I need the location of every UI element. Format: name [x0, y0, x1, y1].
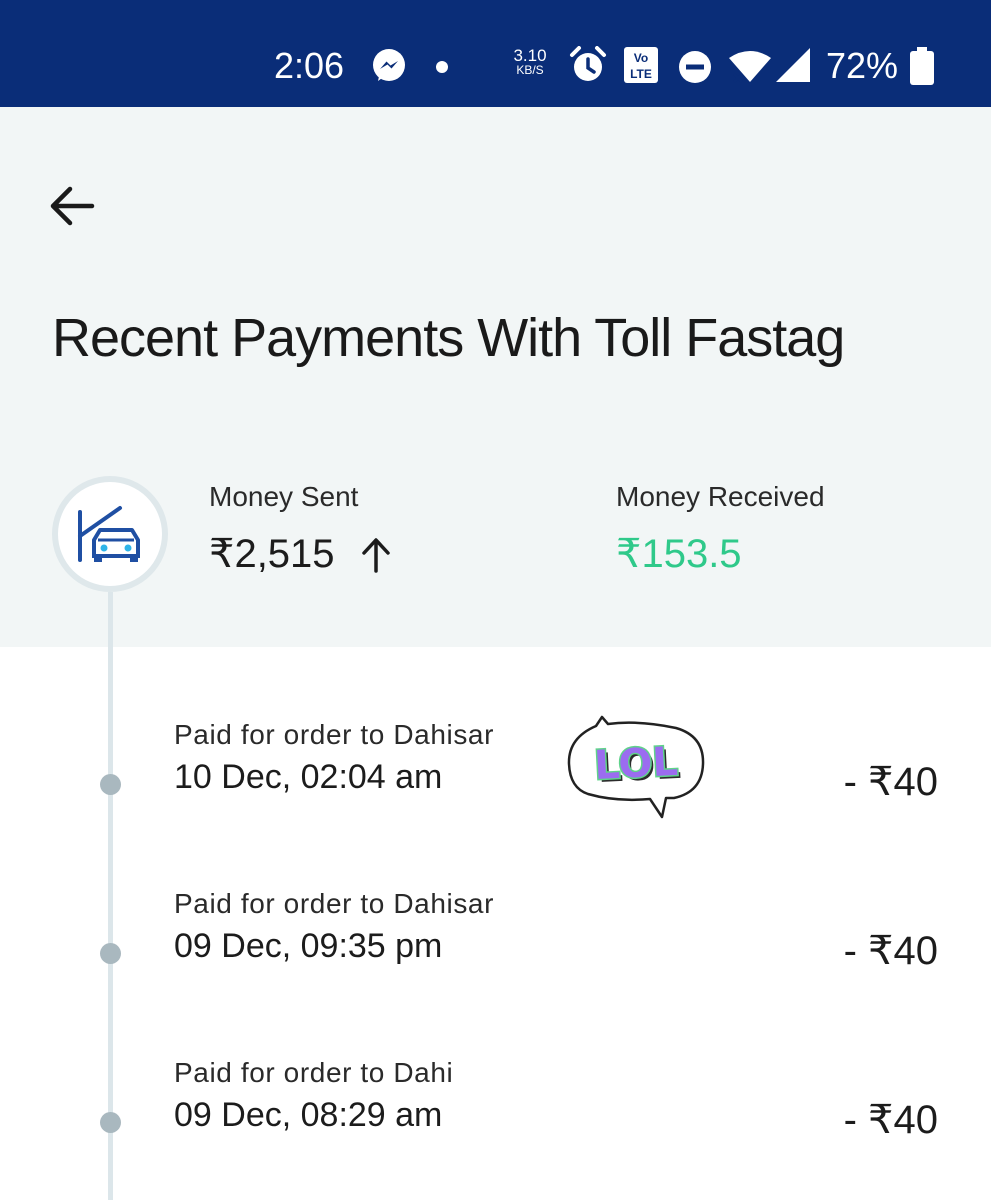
status-bar: 2:06 3.10 KB/S Vo LTE 72% [0, 0, 991, 107]
network-speed: 3.10 KB/S [509, 46, 551, 78]
merchant-avatar [52, 476, 168, 592]
money-sent-amount: ₹2,515 [209, 532, 335, 576]
messenger-icon [371, 48, 407, 89]
summary-header: Recent Payments With Toll Fastag Money S… [0, 107, 991, 647]
network-speed-unit: KB/S [516, 63, 544, 77]
toll-car-icon [78, 506, 140, 562]
volte-icon: Vo LTE [624, 47, 658, 88]
page-title: Recent Payments With Toll Fastag [52, 308, 845, 368]
volte-line1: Vo [634, 51, 648, 65]
network-speed-value: 3.10 [513, 46, 547, 65]
transaction-row[interactable]: Paid for order to Dahisar 10 Dec, 02:04 … [0, 717, 991, 827]
volte-line2: LTE [630, 67, 652, 81]
money-received-label: Money Received [616, 481, 825, 512]
battery-icon [910, 47, 934, 90]
arrow-up-icon [358, 535, 394, 580]
transaction-date: 10 Dec, 02:04 am [174, 758, 443, 796]
transaction-date: 09 Dec, 08:29 am [174, 1096, 443, 1134]
transaction-description: Paid for order to Dahi [174, 1057, 454, 1088]
timeline-dot-icon [100, 1112, 121, 1133]
alarm-icon [569, 46, 607, 89]
transaction-date: 09 Dec, 09:35 pm [174, 927, 443, 965]
transaction-row[interactable]: Paid for order to Dahi 09 Dec, 08:29 am … [0, 1055, 991, 1165]
battery-percentage: 72% [826, 45, 899, 86]
status-time: 2:06 [274, 45, 345, 86]
money-sent-label: Money Sent [209, 481, 359, 512]
money-received-amount: ₹153.5 [616, 532, 742, 576]
transaction-description: Paid for order to Dahisar [174, 888, 495, 919]
cell-signal-icon [774, 48, 810, 89]
timeline-dot-icon [100, 943, 121, 964]
sticker-text: LOL [593, 739, 679, 789]
transaction-amount: - ₹40 [843, 929, 938, 973]
do-not-disturb-icon [678, 50, 712, 89]
back-button[interactable] [46, 179, 100, 233]
transaction-amount: - ₹40 [843, 760, 938, 804]
wifi-icon [728, 50, 772, 89]
transaction-row[interactable]: Paid for order to Dahisar 09 Dec, 09:35 … [0, 886, 991, 996]
notification-dot-icon [436, 61, 448, 73]
transaction-amount: - ₹40 [843, 1098, 938, 1142]
timeline-dot-icon [100, 774, 121, 795]
lol-sticker: LOL LOL [566, 714, 708, 820]
arrow-left-icon [50, 186, 95, 226]
transaction-description: Paid for order to Dahisar [174, 719, 495, 750]
